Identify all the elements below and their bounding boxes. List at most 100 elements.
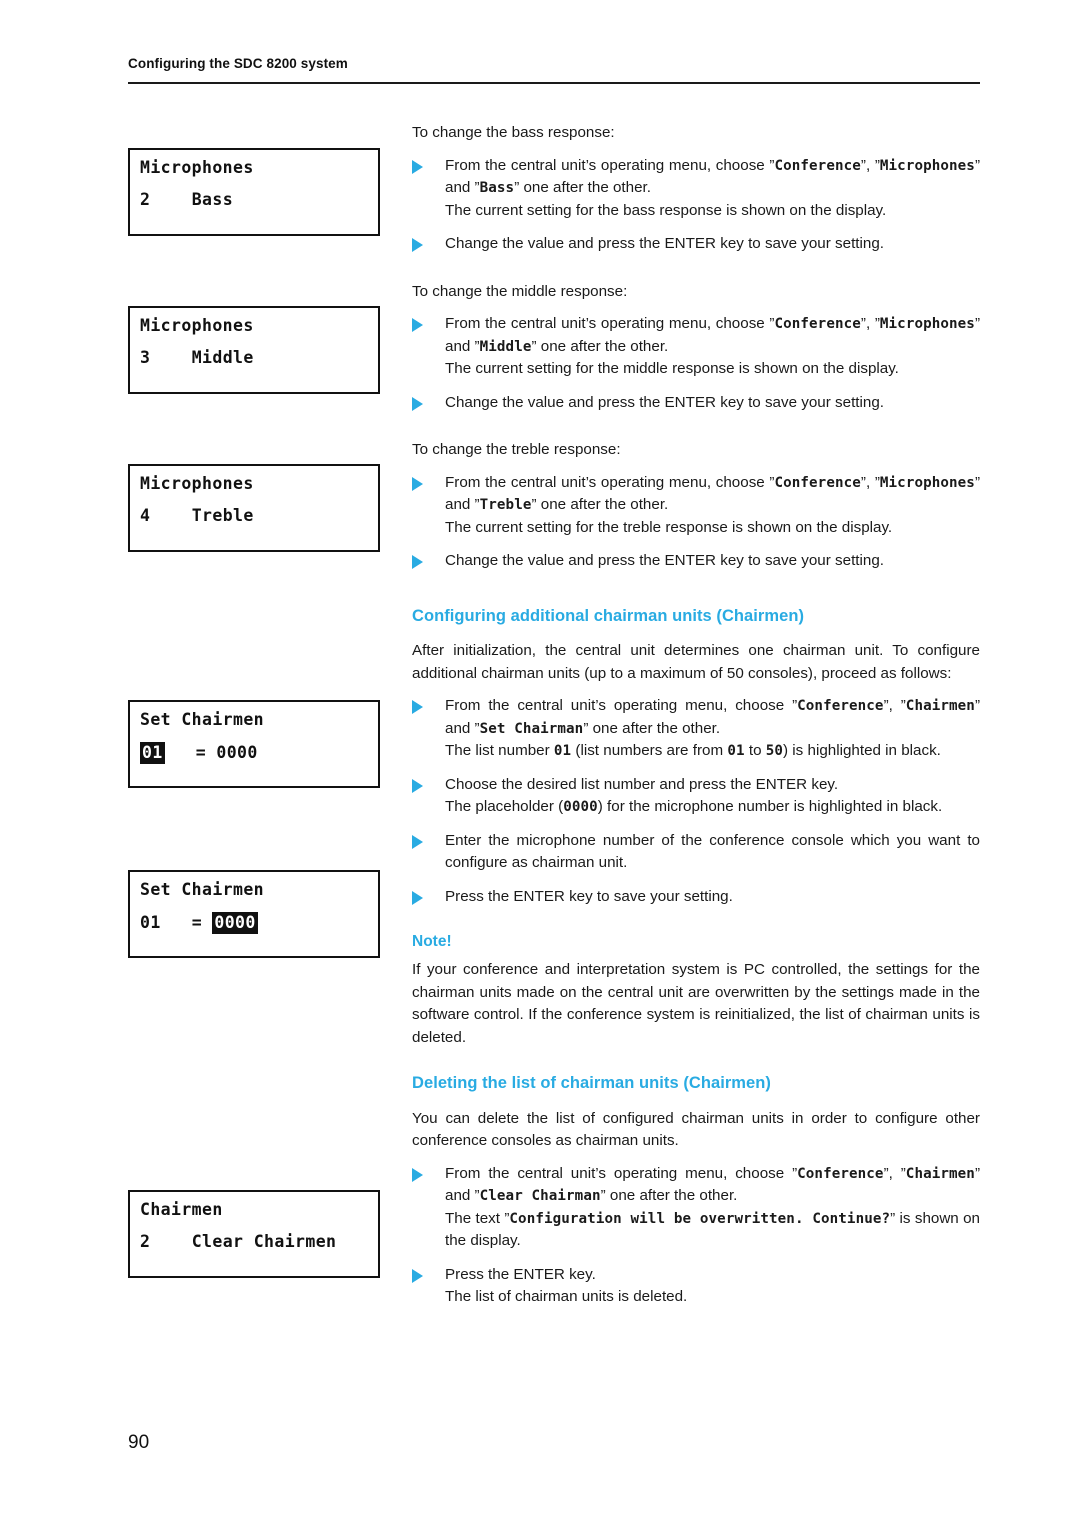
lcd-item-label: Treble [191,506,254,525]
configuring-chairmen-step-4: Press the ENTER key to save your setting… [412,886,980,909]
txt: to [744,742,766,760]
lcd-item-label: Bass [191,190,234,209]
txt: The list number [445,742,554,760]
configuring-chairmen-step-1-line3: The list number 01 (list numbers are fro… [445,740,980,763]
menu-term-chairmen: Chairmen [905,698,975,715]
middle-step-1-line3: The current setting for the middle respo… [445,360,899,377]
menu-term-conference: Conference [797,1165,884,1182]
lcd-equals: = [195,743,207,762]
treble-step-1-line3: The current setting for the treble respo… [445,518,893,536]
bass-step-2: Change the value and press the ENTER key… [412,233,980,256]
bullet-triangle-icon [412,476,423,491]
treble-step-1: From the central unit’s operating menu, … [412,472,980,540]
middle-step-1: From the central unit’s operating menu, … [412,313,980,381]
lcd-line-1: Set Chairmen [140,880,265,899]
bass-step-2-text: Change the value and press the ENTER key… [445,235,884,252]
txt: ”, ” [883,1164,906,1182]
heading-configuring-chairmen: Configuring additional chairman units (C… [412,606,804,625]
lcd-gap [150,348,191,367]
value-placeholder-0000: 0000 [563,799,598,816]
txt: ) for the microphone number is highlight… [597,798,943,816]
middle-step-2: Change the value and press the ENTER key… [412,392,980,415]
menu-term-middle: Middle [479,338,532,355]
lcd-item-index: 4 [140,506,151,525]
menu-term-conference: Conference [797,698,884,715]
middle-step-2-text: Change the value and press the ENTER key… [445,393,884,411]
txt: The placeholder ( [445,798,564,816]
value-list-number-01: 01 [553,743,572,760]
running-head: Configuring the SDC 8200 system [128,56,348,71]
bullet-triangle-icon [412,890,423,905]
txt: ” one after the other. [531,496,669,513]
lcd-line-1: Microphones [140,474,254,493]
lcd-item-index: 2 [140,1232,151,1251]
menu-term-chairmen: Chairmen [905,1165,975,1182]
lcd-microphones-treble: Microphones 4 Treble [128,464,380,552]
lcd-gap-2 [206,743,216,762]
menu-term-treble: Treble [479,497,532,513]
middle-step-1-line1: From the central unit’s operating menu, … [445,313,980,358]
txt: ” one after the other. [583,719,721,737]
bass-step-1-line3: The current setting for the bass respons… [445,201,887,219]
lcd-line-2: 3 Middle [140,348,378,368]
heading-deleting-chairmen: Deleting the list of chairman units (Cha… [412,1074,771,1093]
deleting-chairmen-step-2: Press the ENTER key. The list of chairma… [412,1264,980,1309]
lcd-line-2: 01 = 0000 [140,912,378,934]
menu-term-microphones: Microphones [879,316,975,332]
configuring-chairmen-step-4-text: Press the ENTER key to save your setting… [445,887,733,905]
menu-term-conference: Conference [774,316,861,332]
lcd-line-1: Chairmen [140,1200,223,1219]
txt: ”, ” [860,156,880,174]
value-range-high: 50 [765,743,784,760]
txt: (list numbers are from [571,742,728,760]
lcd-line-1: Microphones [140,158,254,177]
lcd-gap [150,506,191,525]
page-header: Configuring the SDC 8200 system [128,56,980,85]
menu-term-microphones: Microphones [879,157,975,174]
treble-intro: To change the treble response: [412,441,621,458]
txt: From the central unit’s operating menu, … [445,473,775,491]
treble-step-1-line1: From the central unit’s operating menu, … [445,472,980,517]
txt: ) is highlighted in black. [783,742,941,760]
display-message-overwrite-confirm: Configuration will be overwritten. Conti… [509,1210,891,1227]
deleting-chairmen-step-2-line1: Press the ENTER key. [445,1265,596,1283]
txt: ”, ” [860,315,880,332]
menu-term-conference: Conference [774,474,861,491]
note-text: If your conference and interpretation sy… [412,961,980,1046]
configuring-chairmen-step-3-text: Enter the microphone number of the confe… [445,831,980,872]
txt: ” one after the other. [600,1187,738,1205]
bullet-triangle-icon [412,700,423,715]
bullet-triangle-icon [412,834,423,849]
lcd-highlighted-mic-number: 0000 [212,912,258,934]
lcd-gap [161,913,192,932]
lcd-item-label: Clear Chairmen [191,1232,337,1251]
note-block: Note! If your conference and interpretat… [412,933,980,1049]
lcd-set-chairmen-listnumber: Set Chairmen 01 = 0000 [128,700,380,788]
value-range-low: 01 [727,743,745,760]
configuring-chairmen-step-2-line1: Choose the desired list number and press… [445,775,839,793]
deleting-chairmen-step-1-line3: The text ”Configuration will be overwrit… [445,1208,980,1253]
bullet-triangle-icon [412,238,423,252]
lcd-item-index: 2 [140,190,151,209]
txt: ”, ” [883,697,906,715]
txt: From the central unit’s operating menu, … [445,697,798,715]
instructions-column: To change the bass response: From the ce… [412,122,980,1320]
configuring-chairmen-step-1: From the central unit’s operating menu, … [412,695,980,763]
lcd-line-1: Set Chairmen [140,710,265,729]
page-number: 90 [128,1432,150,1453]
lcd-line-1: Microphones [140,316,254,335]
bullet-triangle-icon [412,1167,423,1182]
treble-step-2-text: Change the value and press the ENTER key… [445,552,884,569]
bullet-triangle-icon [412,555,423,569]
menu-term-set-chairman: Set Chairman [479,720,584,737]
lcd-list-number: 01 [140,913,161,932]
lcd-microphones-bass: Microphones 2 Bass [128,148,380,236]
lcd-line-2: 01 = 0000 [140,742,378,764]
bass-step-1-line1: From the central unit’s operating menu, … [445,155,980,200]
bass-intro: To change the bass response: [412,124,615,141]
deleting-chairmen-step-2-line2: The list of chairman units is deleted. [445,1288,688,1306]
